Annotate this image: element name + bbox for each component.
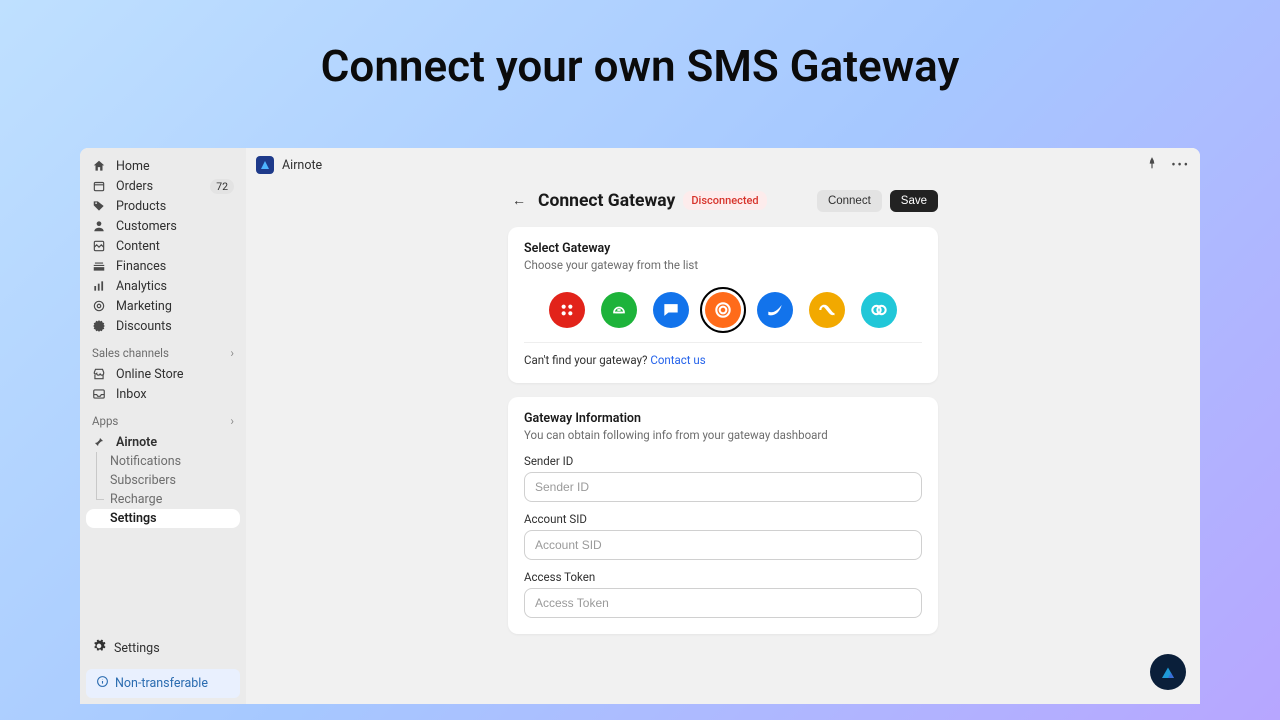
finance-icon: [92, 259, 106, 273]
sidebar-item-finances[interactable]: Finances: [80, 256, 246, 276]
sidebar-item-products[interactable]: Products: [80, 196, 246, 216]
select-gateway-card: Select Gateway Choose your gateway from …: [508, 227, 938, 383]
sidebar-item-marketing[interactable]: Marketing: [80, 296, 246, 316]
field-account-sid: Account SID: [524, 512, 922, 560]
sidebar-section-apps[interactable]: Apps ›: [80, 404, 246, 432]
gateway-cyan-link[interactable]: [861, 292, 897, 328]
gateway-info-card: Gateway Information You can obtain follo…: [508, 397, 938, 634]
chevron-right-icon: ›: [230, 414, 234, 428]
user-icon: [92, 219, 106, 233]
field-access-token: Access Token: [524, 570, 922, 618]
contact-us-link[interactable]: Contact us: [650, 353, 705, 367]
pin-icon[interactable]: [1145, 156, 1159, 174]
field-label: Sender ID: [524, 454, 922, 468]
help-prefix: Can't find your gateway?: [524, 353, 650, 367]
gear-icon: [92, 639, 106, 657]
sidebar-item-label: Airnote: [116, 435, 157, 450]
sidebar-sub-label: Notifications: [110, 454, 181, 469]
sidebar-item-label: Content: [116, 239, 160, 254]
sidebar-item-home[interactable]: Home: [80, 156, 246, 176]
sidebar-item-label: Marketing: [116, 299, 172, 314]
sidebar-sub-label: Recharge: [110, 492, 162, 507]
sidebar-item-label: Finances: [116, 259, 166, 274]
card-subtitle: Choose your gateway from the list: [524, 258, 922, 272]
sidebar-section-label: Sales channels: [92, 346, 169, 360]
target-icon: [92, 299, 106, 313]
topbar: Airnote •••: [246, 148, 1200, 182]
app-window: Home Orders 72 Products Customers: [80, 148, 1200, 704]
gateway-list: [524, 284, 922, 342]
connect-button[interactable]: Connect: [817, 190, 882, 212]
card-title: Select Gateway: [524, 241, 922, 256]
orders-icon: [92, 179, 106, 193]
sidebar-item-analytics[interactable]: Analytics: [80, 276, 246, 296]
floating-badge-icon[interactable]: [1150, 654, 1186, 690]
sidebar-sub-label: Settings: [110, 511, 157, 526]
sidebar-item-orders[interactable]: Orders 72: [80, 176, 246, 196]
sidebar-sub-settings[interactable]: Settings: [86, 509, 240, 528]
sidebar-footer-settings[interactable]: Settings: [80, 633, 246, 663]
app-name: Airnote: [282, 158, 322, 173]
save-button[interactable]: Save: [890, 190, 938, 212]
field-sender-id: Sender ID: [524, 454, 922, 502]
sidebar-section-label: Apps: [92, 414, 118, 428]
help-line: Can't find your gateway? Contact us: [524, 342, 922, 367]
home-icon: [92, 159, 106, 173]
sidebar-item-label: Online Store: [116, 367, 183, 382]
status-badge: Disconnected: [683, 191, 766, 210]
account-sid-input[interactable]: [524, 530, 922, 560]
card-title: Gateway Information: [524, 411, 922, 426]
main-panel: Airnote ••• ← Connect Gateway Disconnect…: [246, 148, 1200, 704]
gateway-twilio[interactable]: [549, 292, 585, 328]
sidebar-sub-label: Subscribers: [110, 473, 176, 488]
gateway-orange-target[interactable]: [705, 292, 741, 328]
content-icon: [92, 239, 106, 253]
chevron-right-icon: ›: [230, 346, 234, 360]
sidebar-item-online-store[interactable]: Online Store: [80, 364, 246, 384]
app-logo-icon: [256, 156, 274, 174]
field-label: Account SID: [524, 512, 922, 526]
orders-badge: 72: [210, 179, 234, 194]
inbox-icon: [92, 387, 106, 401]
sidebar-footer-label: Settings: [114, 641, 160, 656]
store-icon: [92, 367, 106, 381]
discount-icon: [92, 319, 106, 333]
page-header: ← Connect Gateway Disconnected Connect S…: [508, 188, 938, 213]
sidebar-item-label: Discounts: [116, 319, 172, 334]
gateway-messagebird[interactable]: [757, 292, 793, 328]
sidebar-item-label: Orders: [116, 179, 153, 194]
sender-id-input[interactable]: [524, 472, 922, 502]
sidebar-item-label: Home: [116, 159, 150, 174]
sidebar-item-content[interactable]: Content: [80, 236, 246, 256]
analytics-icon: [92, 279, 106, 293]
sidebar-sub-recharge[interactable]: Recharge: [80, 490, 246, 509]
sidebar-item-label: Inbox: [116, 387, 147, 402]
back-arrow-icon[interactable]: ←: [508, 188, 530, 213]
sidebar-section-sales[interactable]: Sales channels ›: [80, 336, 246, 364]
sidebar-item-label: Analytics: [116, 279, 167, 294]
sidebar-item-discounts[interactable]: Discounts: [80, 316, 246, 336]
more-icon[interactable]: •••: [1171, 158, 1190, 173]
pin-icon: [92, 435, 106, 449]
sidebar: Home Orders 72 Products Customers: [80, 148, 246, 704]
info-icon: [96, 675, 109, 692]
page-title: Connect Gateway: [538, 191, 675, 211]
gateway-blue-chat[interactable]: [653, 292, 689, 328]
hero-title: Connect your own SMS Gateway: [0, 0, 1280, 122]
sidebar-item-airnote[interactable]: Airnote: [80, 432, 246, 452]
sidebar-sub-subscribers[interactable]: Subscribers: [80, 471, 246, 490]
gateway-green[interactable]: [601, 292, 637, 328]
sidebar-item-inbox[interactable]: Inbox: [80, 384, 246, 404]
gateway-loop[interactable]: [809, 292, 845, 328]
non-transferable-notice[interactable]: Non-transferable: [86, 669, 240, 698]
sidebar-item-label: Products: [116, 199, 166, 214]
sidebar-item-customers[interactable]: Customers: [80, 216, 246, 236]
card-subtitle: You can obtain following info from your …: [524, 428, 922, 442]
sidebar-sub-notifications[interactable]: Notifications: [80, 452, 246, 471]
sidebar-item-label: Customers: [116, 219, 177, 234]
non-transferable-label: Non-transferable: [115, 676, 208, 691]
field-label: Access Token: [524, 570, 922, 584]
tag-icon: [92, 199, 106, 213]
access-token-input[interactable]: [524, 588, 922, 618]
